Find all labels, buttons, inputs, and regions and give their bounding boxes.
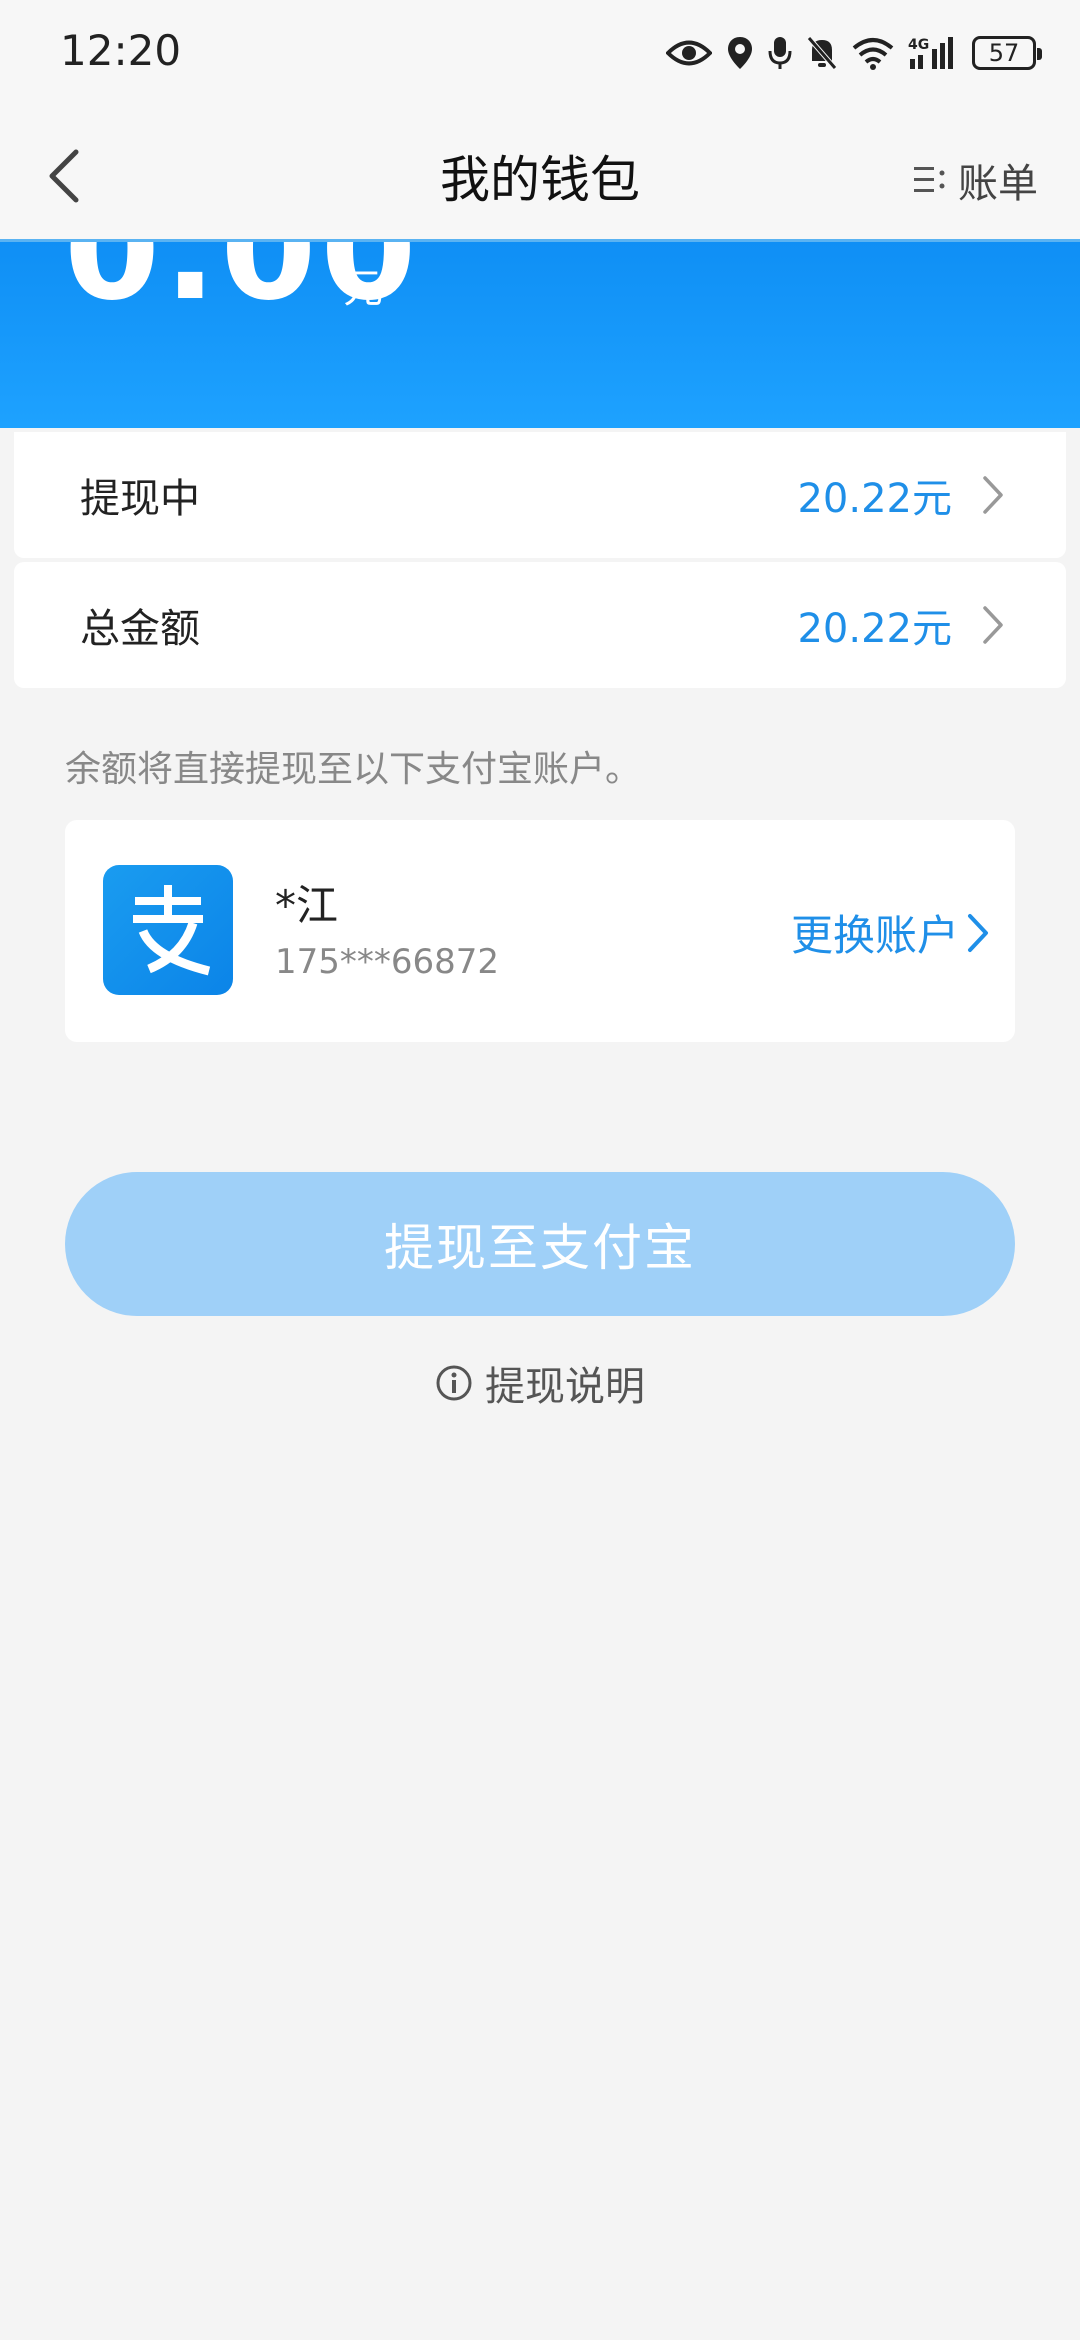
status-icons: 4G 57 <box>666 28 1042 78</box>
explain-label: 提现说明 <box>485 1364 645 1410</box>
bill-label: 账单 <box>958 161 1038 207</box>
change-account-button[interactable]: 更换账户 <box>791 902 989 963</box>
withdraw-hint: 余额将直接提现至以下支付宝账户。 <box>65 749 642 790</box>
4g-signal-icon: 4G <box>908 35 958 71</box>
balance-banner: 0.00 元 <box>0 242 1080 428</box>
row-label: 总金额 <box>80 606 200 652</box>
battery-icon: 57 <box>972 36 1042 70</box>
mute-bell-icon <box>806 35 838 71</box>
chevron-right-icon <box>968 913 988 952</box>
status-time: 12:20 <box>60 26 182 75</box>
chevron-right-icon <box>983 606 1003 644</box>
bill-button[interactable]: 账单 <box>914 150 1038 210</box>
change-account-label: 更换账户 <box>790 911 959 960</box>
row-withdrawing[interactable]: 提现中 20.22元 <box>14 432 1066 558</box>
row-value: 20.22元 <box>797 606 952 652</box>
list-icon <box>914 167 945 192</box>
eye-icon <box>666 38 712 68</box>
info-icon <box>436 1365 472 1401</box>
row-total[interactable]: 总金额 20.22元 <box>14 562 1066 688</box>
status-bar: 12:20 4G 57 <box>0 0 1080 106</box>
svg-text:4G: 4G <box>908 37 929 53</box>
wifi-icon <box>852 36 894 70</box>
alipay-account-card: *江 175***66872 更换账户 <box>65 820 1015 1042</box>
location-icon <box>726 35 754 71</box>
row-label: 提现中 <box>80 476 200 522</box>
row-value: 20.22元 <box>797 476 952 522</box>
account-name: *江 <box>275 881 339 930</box>
account-phone: 175***66872 <box>275 942 500 982</box>
mic-icon <box>768 35 792 71</box>
withdraw-explanation-link[interactable]: 提现说明 <box>0 1354 1080 1412</box>
alipay-logo-icon <box>103 865 233 995</box>
balance-unit: 元 <box>343 266 383 312</box>
app-header: 我的钱包 账单 <box>0 106 1080 242</box>
withdraw-to-alipay-button[interactable]: 提现至支付宝 <box>65 1172 1015 1316</box>
chevron-right-icon <box>983 476 1003 514</box>
